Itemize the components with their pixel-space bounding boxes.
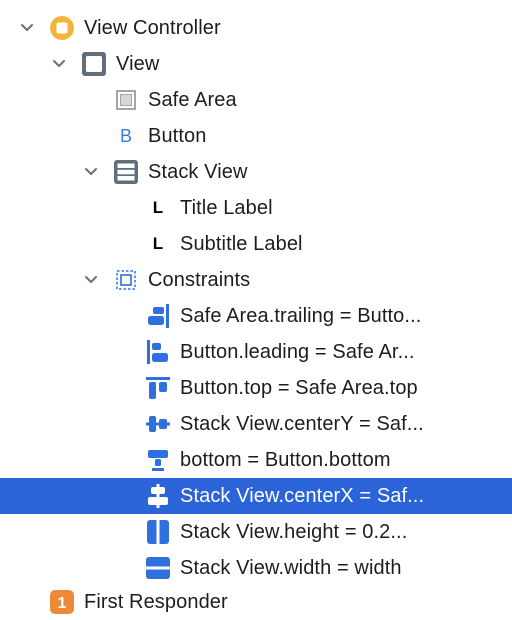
trailing-constraint-icon [144,302,172,330]
constraint-label: Safe Area.trailing = Butto... [180,305,422,327]
outline-label-stack-view: Stack View [148,161,248,183]
outline-row-constraints[interactable]: Constraints [0,262,512,298]
outline-label-button: Button [148,125,207,147]
constraint-row[interactable]: Stack View.centerY = Saf... [0,406,512,442]
outline-label-view-controller: View Controller [84,17,221,39]
view-icon [80,50,108,78]
bottom-constraint-icon [144,446,172,474]
outline-row-safe-area[interactable]: Safe Area [0,82,512,118]
height-constraint-icon [144,518,172,546]
outline-label-constraints: Constraints [148,269,251,291]
constraint-row[interactable]: Button.top = Safe Area.top [0,370,512,406]
outline-row-first-responder[interactable]: 1 First Responder [0,584,512,620]
outline-label-view: View [116,53,160,75]
first-responder-badge: 1 [58,595,67,612]
constraint-label: Button.top = Safe Area.top [180,377,418,399]
constraint-label: Stack View.height = 0.2... [180,521,408,543]
label-icon: L [144,194,172,222]
document-outline: View Controller View Safe Area B Button … [0,0,512,614]
leading-constraint-icon [144,338,172,366]
top-constraint-icon [144,374,172,402]
outline-label-title-label: Title Label [180,197,273,219]
outline-label-first-responder: First Responder [84,591,228,613]
width-constraint-icon [144,554,172,582]
outline-row-subtitle-label[interactable]: L Subtitle Label [0,226,512,262]
outline-row-view[interactable]: View [0,46,512,82]
outline-row-view-controller[interactable]: View Controller [0,10,512,46]
view-controller-icon [48,14,76,42]
outline-label-subtitle-label: Subtitle Label [180,233,303,255]
center-x-constraint-icon [144,482,172,510]
constraint-row-selected[interactable]: Stack View.centerX = Saf... [0,478,512,514]
stack-view-icon [112,158,140,186]
chevron-down-icon[interactable] [82,154,100,190]
constraint-row[interactable]: Stack View.width = width [0,550,512,586]
safe-area-icon [112,86,140,114]
center-y-constraint-icon [144,410,172,438]
chevron-down-icon[interactable] [82,262,100,298]
constraint-label: Stack View.centerX = Saf... [180,485,425,507]
constraint-label: Stack View.centerY = Saf... [180,413,424,435]
constraint-row[interactable]: Safe Area.trailing = Butto... [0,298,512,334]
outline-row-stack-view[interactable]: Stack View [0,154,512,190]
constraint-label: Stack View.width = width [180,557,402,579]
label-icon: L [144,230,172,258]
outline-row-button[interactable]: B Button [0,118,512,154]
button-icon-letter: B [119,126,133,146]
constraint-row[interactable]: bottom = Button.bottom [0,442,512,478]
constraint-row[interactable]: Stack View.height = 0.2... [0,514,512,550]
label-icon-letter: L [152,198,164,217]
outline-row-title-label[interactable]: L Title Label [0,190,512,226]
constraint-label: bottom = Button.bottom [180,449,391,471]
outline-label-safe-area: Safe Area [148,89,237,111]
chevron-down-icon[interactable] [50,46,68,82]
constraints-icon [112,266,140,294]
label-icon-letter: L [152,234,164,253]
chevron-down-icon[interactable] [18,10,36,46]
constraint-row[interactable]: Button.leading = Safe Ar... [0,334,512,370]
constraint-label: Button.leading = Safe Ar... [180,341,415,363]
button-icon: B [112,122,140,150]
first-responder-icon: 1 [48,588,76,616]
